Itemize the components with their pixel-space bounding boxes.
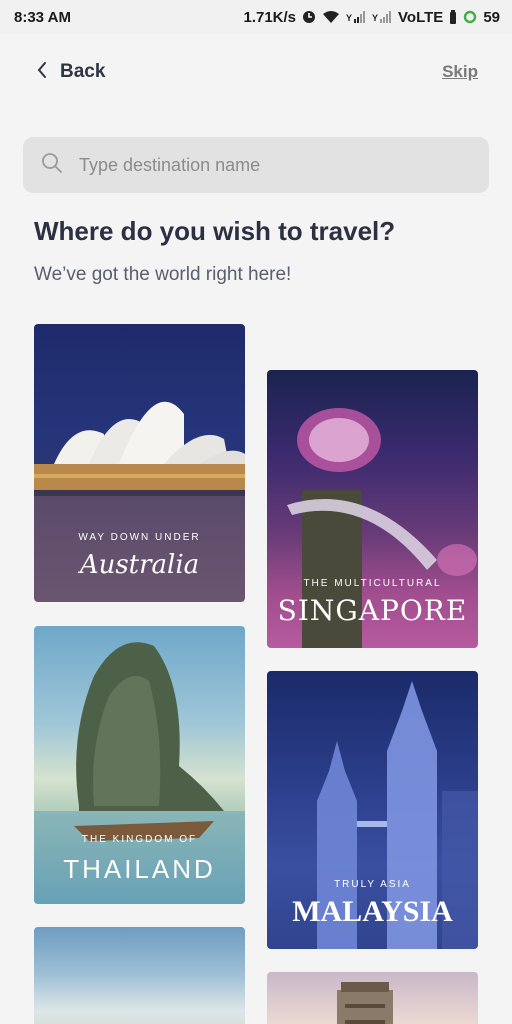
svg-text:Y: Y xyxy=(372,13,378,23)
back-button[interactable]: Back xyxy=(36,61,105,84)
destination-card-singapore[interactable]: THE MULTICULTURAL SINGAPORE xyxy=(267,370,478,648)
card-title: SINGAPORE xyxy=(277,594,468,627)
wifi-icon xyxy=(322,10,340,24)
svg-text:Y: Y xyxy=(346,13,352,23)
sync-icon xyxy=(463,10,477,24)
skip-link[interactable]: Skip xyxy=(442,62,478,82)
destination-card-malaysia[interactable]: TRULY ASIA MALAYSIA xyxy=(267,671,478,949)
network-type: VoLTE xyxy=(398,8,444,26)
card-kicker: TRULY ASIA xyxy=(334,879,411,890)
tower-illustration xyxy=(337,982,393,1024)
signal-icon: Y xyxy=(346,10,366,24)
top-nav: Back Skip xyxy=(36,52,478,92)
page-subtitle: We’ve got the world right here! xyxy=(34,264,292,285)
signal-icon-2: Y xyxy=(372,10,392,24)
card-kicker: THE KINGDOM OF xyxy=(81,834,198,845)
destination-card-australia[interactable]: WAY DOWN UNDER Australia xyxy=(34,324,245,602)
battery-level: 59 xyxy=(483,8,500,26)
status-indicators: 1.71K/s Y Y VoLTE 59 xyxy=(243,9,500,26)
opera-house-illustration xyxy=(34,401,245,496)
destination-card-partial-2[interactable] xyxy=(267,972,478,1024)
search-bar[interactable] xyxy=(23,137,489,193)
status-bar: 8:33 AM 1.71K/s Y Y VoLTE 59 xyxy=(0,0,512,34)
card-title: Australia xyxy=(79,550,200,580)
card-title: THAILAND xyxy=(63,854,216,884)
search-icon xyxy=(41,152,63,179)
network-speed: 1.71K/s xyxy=(243,8,297,26)
data-saver-icon xyxy=(302,10,316,24)
card-title: MALAYSIA xyxy=(292,895,453,928)
card-kicker: WAY DOWN UNDER xyxy=(78,532,201,543)
status-time: 8:33 AM xyxy=(14,8,71,26)
back-label: Back xyxy=(60,61,106,82)
card-kicker: THE MULTICULTURAL xyxy=(303,578,442,589)
search-input[interactable] xyxy=(79,154,459,176)
destination-card-thailand[interactable]: THE KINGDOM OF THAILAND xyxy=(34,626,245,904)
battery-icon xyxy=(449,10,457,24)
page-title: Where do you wish to travel? xyxy=(34,216,396,246)
destination-card-partial-1[interactable] xyxy=(34,927,245,1024)
chevron-left-icon xyxy=(36,61,48,84)
